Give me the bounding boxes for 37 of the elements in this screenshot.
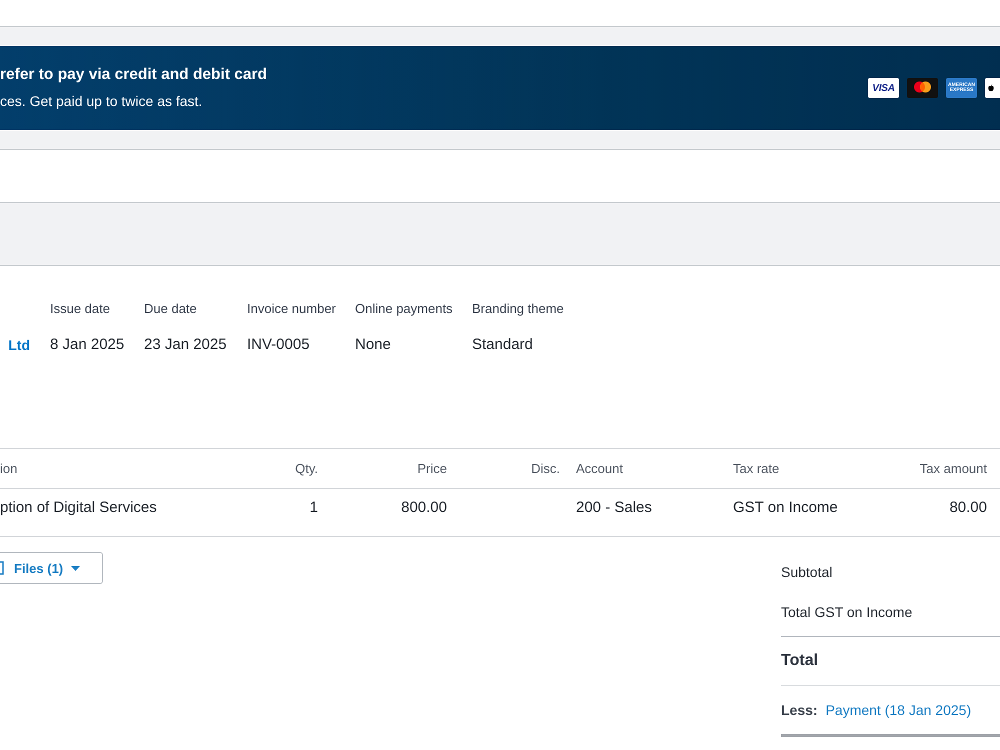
totals-label: Total GST on Income: [781, 604, 912, 620]
field-value: None: [355, 335, 391, 355]
table-cell: 80.00: [949, 499, 987, 516]
visa-logo: VISA: [868, 78, 899, 98]
field-label: Online payments: [355, 300, 453, 318]
table-cell: GST on Income: [733, 499, 838, 516]
card-network-icon: [907, 78, 938, 98]
contact-link[interactable]: Ltd: [8, 337, 30, 353]
files-button[interactable]: Files (1): [0, 552, 104, 584]
field-label: Issue date: [50, 300, 110, 318]
column-header: Price: [417, 461, 447, 476]
field-value: Standard: [472, 335, 533, 355]
less-label: Less:: [781, 702, 818, 718]
field-value: 23 Jan 2025: [144, 335, 227, 355]
field-label: Branding theme: [472, 300, 564, 318]
column-header: Qty.: [295, 461, 318, 476]
banner-title: refer to pay via credit and debit card: [0, 66, 268, 84]
table-cell: ption of Digital Services: [0, 499, 157, 516]
column-header: Tax amount: [920, 461, 987, 476]
field-value: 8 Jan 2025: [50, 335, 124, 355]
caret-icon: [71, 566, 80, 570]
field-label: Due date: [144, 300, 197, 318]
payment-link[interactable]: Payment (18 Jan 2025): [826, 702, 972, 718]
table-cell: 1: [310, 499, 318, 516]
column-header: Tax rate: [733, 461, 780, 476]
column-header: ion: [0, 461, 18, 476]
apple-icon: [988, 84, 994, 92]
field-label: Invoice number: [247, 300, 336, 318]
table-cell: 800.00: [401, 499, 447, 516]
column-header: Account: [576, 461, 623, 476]
table-cell: 200 - Sales: [576, 499, 652, 516]
file-icon: [0, 561, 4, 575]
column-header: Disc.: [531, 461, 560, 476]
banner-subtitle: ces. Get paid up to twice as fast.: [0, 92, 204, 110]
field-value: INV-0005: [247, 335, 310, 355]
totals-label: Subtotal: [781, 564, 832, 580]
total-label: Total: [781, 652, 818, 670]
